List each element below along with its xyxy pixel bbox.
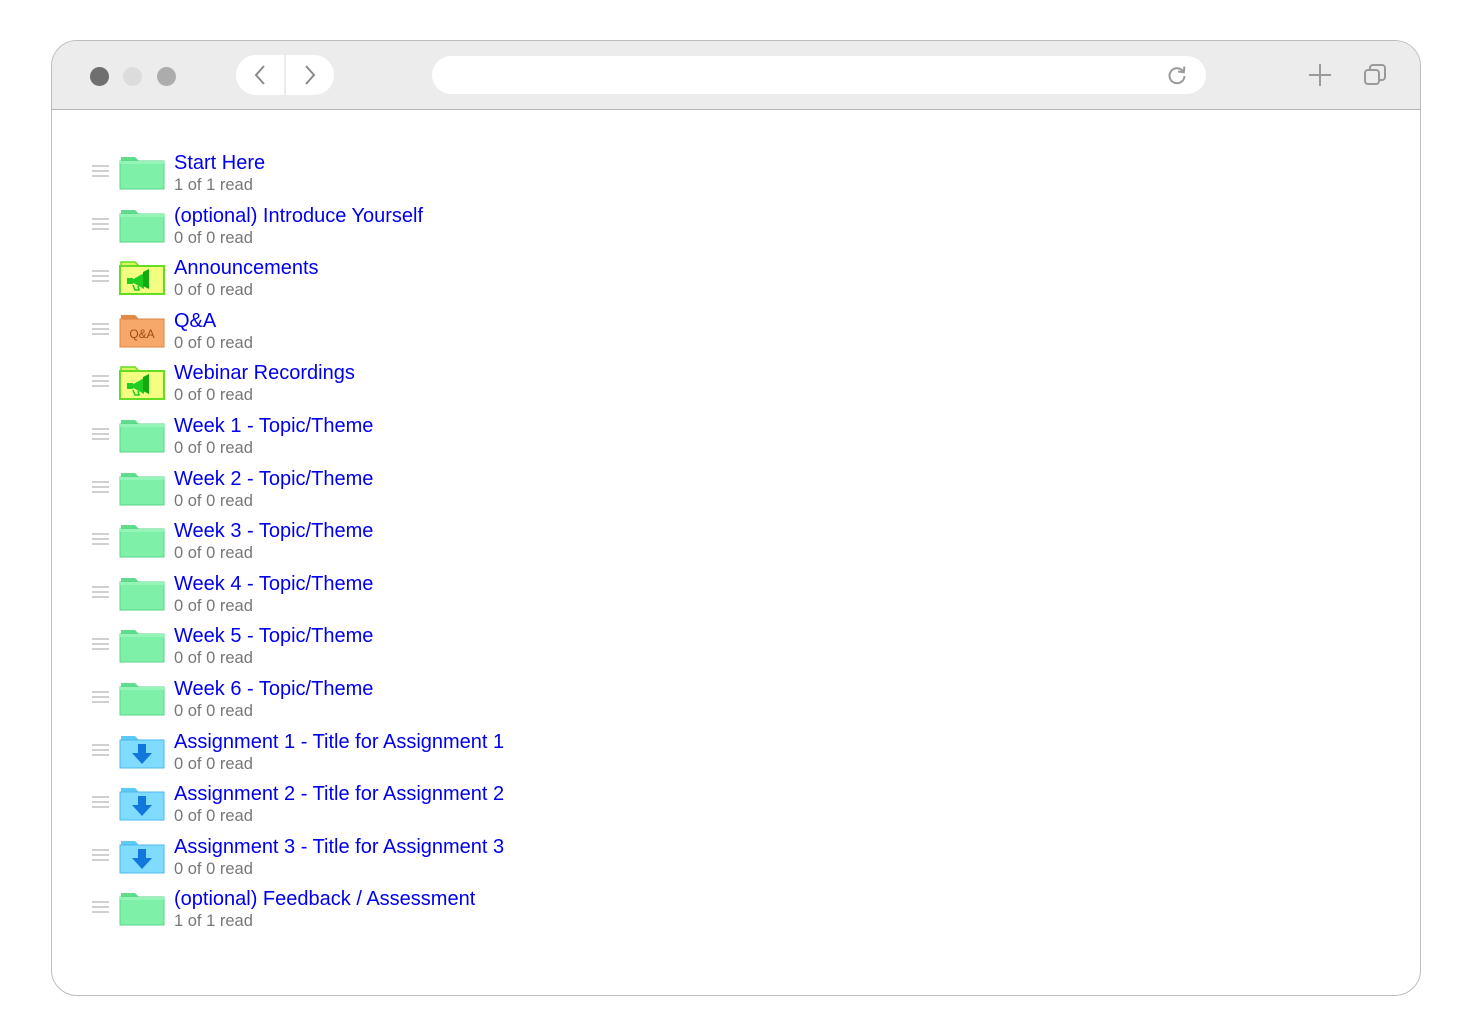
- green-folder-icon: [119, 472, 165, 506]
- forum-title-link[interactable]: Week 1 - Topic/Theme: [174, 414, 373, 438]
- green-folder-icon: [119, 157, 165, 190]
- forum-title-link[interactable]: Week 2 - Topic/Theme: [174, 467, 373, 491]
- forum-read-status: 0 of 0 read: [174, 333, 253, 352]
- forum-title-link[interactable]: Start Here: [174, 151, 265, 175]
- forum-read-status: 0 of 0 read: [174, 281, 253, 300]
- qa-icon-label: Q&A: [129, 327, 154, 341]
- green-folder-icon: [119, 419, 165, 453]
- drag-handle-icon[interactable]: [92, 690, 109, 705]
- forum-title-link[interactable]: (optional) Introduce Yourself: [174, 204, 423, 228]
- drag-handle-icon[interactable]: [92, 848, 109, 863]
- forum-icon[interactable]: [119, 259, 165, 296]
- reload-icon[interactable]: [1166, 64, 1188, 86]
- qa-folder-icon: Q&A: [119, 314, 165, 348]
- drag-handle-icon[interactable]: [92, 638, 109, 652]
- dropbox-folder-icon: [119, 840, 165, 874]
- drag-handle-icon[interactable]: [92, 270, 109, 284]
- forum-read-status: 1 of 1 read: [174, 176, 253, 194]
- megaphone-folder-icon: [119, 261, 165, 296]
- navigation-buttons: [236, 55, 334, 95]
- forum-title-link[interactable]: Assignment 2 - Title for Assignment 2: [174, 782, 504, 806]
- drag-handle-icon[interactable]: [92, 375, 109, 389]
- forum-read-status: 0 of 0 read: [174, 544, 253, 563]
- forum-title-link[interactable]: Assignment 3 - Title for Assignment 3: [174, 835, 504, 859]
- forum-title-link[interactable]: Announcements: [174, 256, 319, 280]
- forum-read-status: 0 of 0 read: [174, 754, 253, 773]
- forum-icon[interactable]: [119, 785, 165, 821]
- green-folder-icon: [119, 525, 165, 558]
- green-folder-icon: [119, 209, 165, 243]
- forum-title-link[interactable]: Assignment 1 - Title for Assignment 1: [174, 730, 504, 754]
- chevron-left-icon: [254, 65, 265, 85]
- forum-icon[interactable]: [119, 364, 165, 401]
- forum-title-link[interactable]: Webinar Recordings: [174, 361, 355, 385]
- forum-title-link[interactable]: (optional) Feedback / Assessment: [174, 887, 475, 911]
- address-bar[interactable]: [432, 56, 1206, 94]
- forum-read-status: 0 of 0 read: [174, 491, 253, 510]
- page-content: Start Here 1 of 1 read (optional) Introdu…: [52, 111, 1420, 995]
- drag-handle-icon[interactable]: [92, 796, 109, 810]
- forum-read-status: 0 of 0 read: [174, 228, 253, 247]
- dropbox-folder-icon: [119, 788, 165, 821]
- forum-read-status: 0 of 0 read: [174, 701, 253, 720]
- green-folder-icon: [119, 630, 165, 663]
- drag-handle-icon[interactable]: [92, 533, 109, 547]
- forum-icon[interactable]: [119, 733, 165, 769]
- back-button[interactable]: [236, 55, 284, 95]
- forum-icon[interactable]: [119, 627, 165, 663]
- forum-title-link[interactable]: Week 5 - Topic/Theme: [174, 624, 373, 648]
- browser-window: Start Here 1 of 1 read (optional) Introdu…: [51, 40, 1421, 996]
- green-folder-icon: [119, 577, 165, 611]
- drag-handle-icon[interactable]: [92, 480, 109, 495]
- drag-handle-icon[interactable]: [92, 165, 109, 179]
- forum-title-link[interactable]: Week 3 - Topic/Theme: [174, 519, 373, 543]
- browser-toolbar: [52, 41, 1420, 110]
- dropbox-folder-icon: [119, 735, 165, 769]
- chevron-right-icon: [305, 65, 316, 85]
- drag-handle-icon[interactable]: [92, 217, 109, 232]
- forum-read-status: 0 of 0 read: [174, 807, 253, 826]
- drag-handle-icon[interactable]: [92, 743, 109, 758]
- tabs-overview-icon[interactable]: [1363, 63, 1387, 87]
- forward-button[interactable]: [286, 55, 334, 95]
- forum-title-link[interactable]: Week 4 - Topic/Theme: [174, 572, 373, 596]
- forum-icon[interactable]: [119, 470, 165, 506]
- drag-handle-icon[interactable]: [92, 322, 109, 337]
- close-window-button[interactable]: [90, 67, 109, 86]
- forum-icon[interactable]: [119, 154, 165, 190]
- drag-handle-icon[interactable]: [92, 427, 109, 442]
- drag-handle-icon[interactable]: [92, 901, 109, 915]
- forum-icon[interactable]: [119, 522, 165, 558]
- new-tab-icon[interactable]: [1308, 63, 1332, 87]
- forum-icon[interactable]: [119, 575, 165, 611]
- green-folder-icon: [119, 893, 165, 926]
- forum-read-status: 0 of 0 read: [174, 859, 253, 878]
- forum-read-status: 0 of 0 read: [174, 649, 253, 668]
- forum-read-status: 1 of 1 read: [174, 912, 253, 931]
- drag-handle-icon[interactable]: [92, 585, 109, 600]
- maximize-window-button[interactable]: [157, 67, 176, 86]
- forum-read-status: 0 of 0 read: [174, 438, 253, 457]
- forum-read-status: 0 of 0 read: [174, 386, 253, 405]
- green-folder-icon: [119, 682, 165, 716]
- forum-title-link[interactable]: Week 6 - Topic/Theme: [174, 677, 373, 701]
- forum-title-link[interactable]: Q&A: [174, 309, 216, 333]
- forum-icon[interactable]: [119, 838, 165, 874]
- forum-icon[interactable]: [119, 890, 165, 926]
- forum-icon[interactable]: [119, 680, 165, 716]
- minimize-window-button[interactable]: [123, 67, 142, 86]
- forum-read-status: 0 of 0 read: [174, 596, 253, 615]
- forum-icon[interactable]: Q&A: [119, 312, 165, 348]
- megaphone-folder-icon: [119, 366, 165, 401]
- forum-icon[interactable]: [119, 417, 165, 453]
- forum-icon[interactable]: [119, 207, 165, 243]
